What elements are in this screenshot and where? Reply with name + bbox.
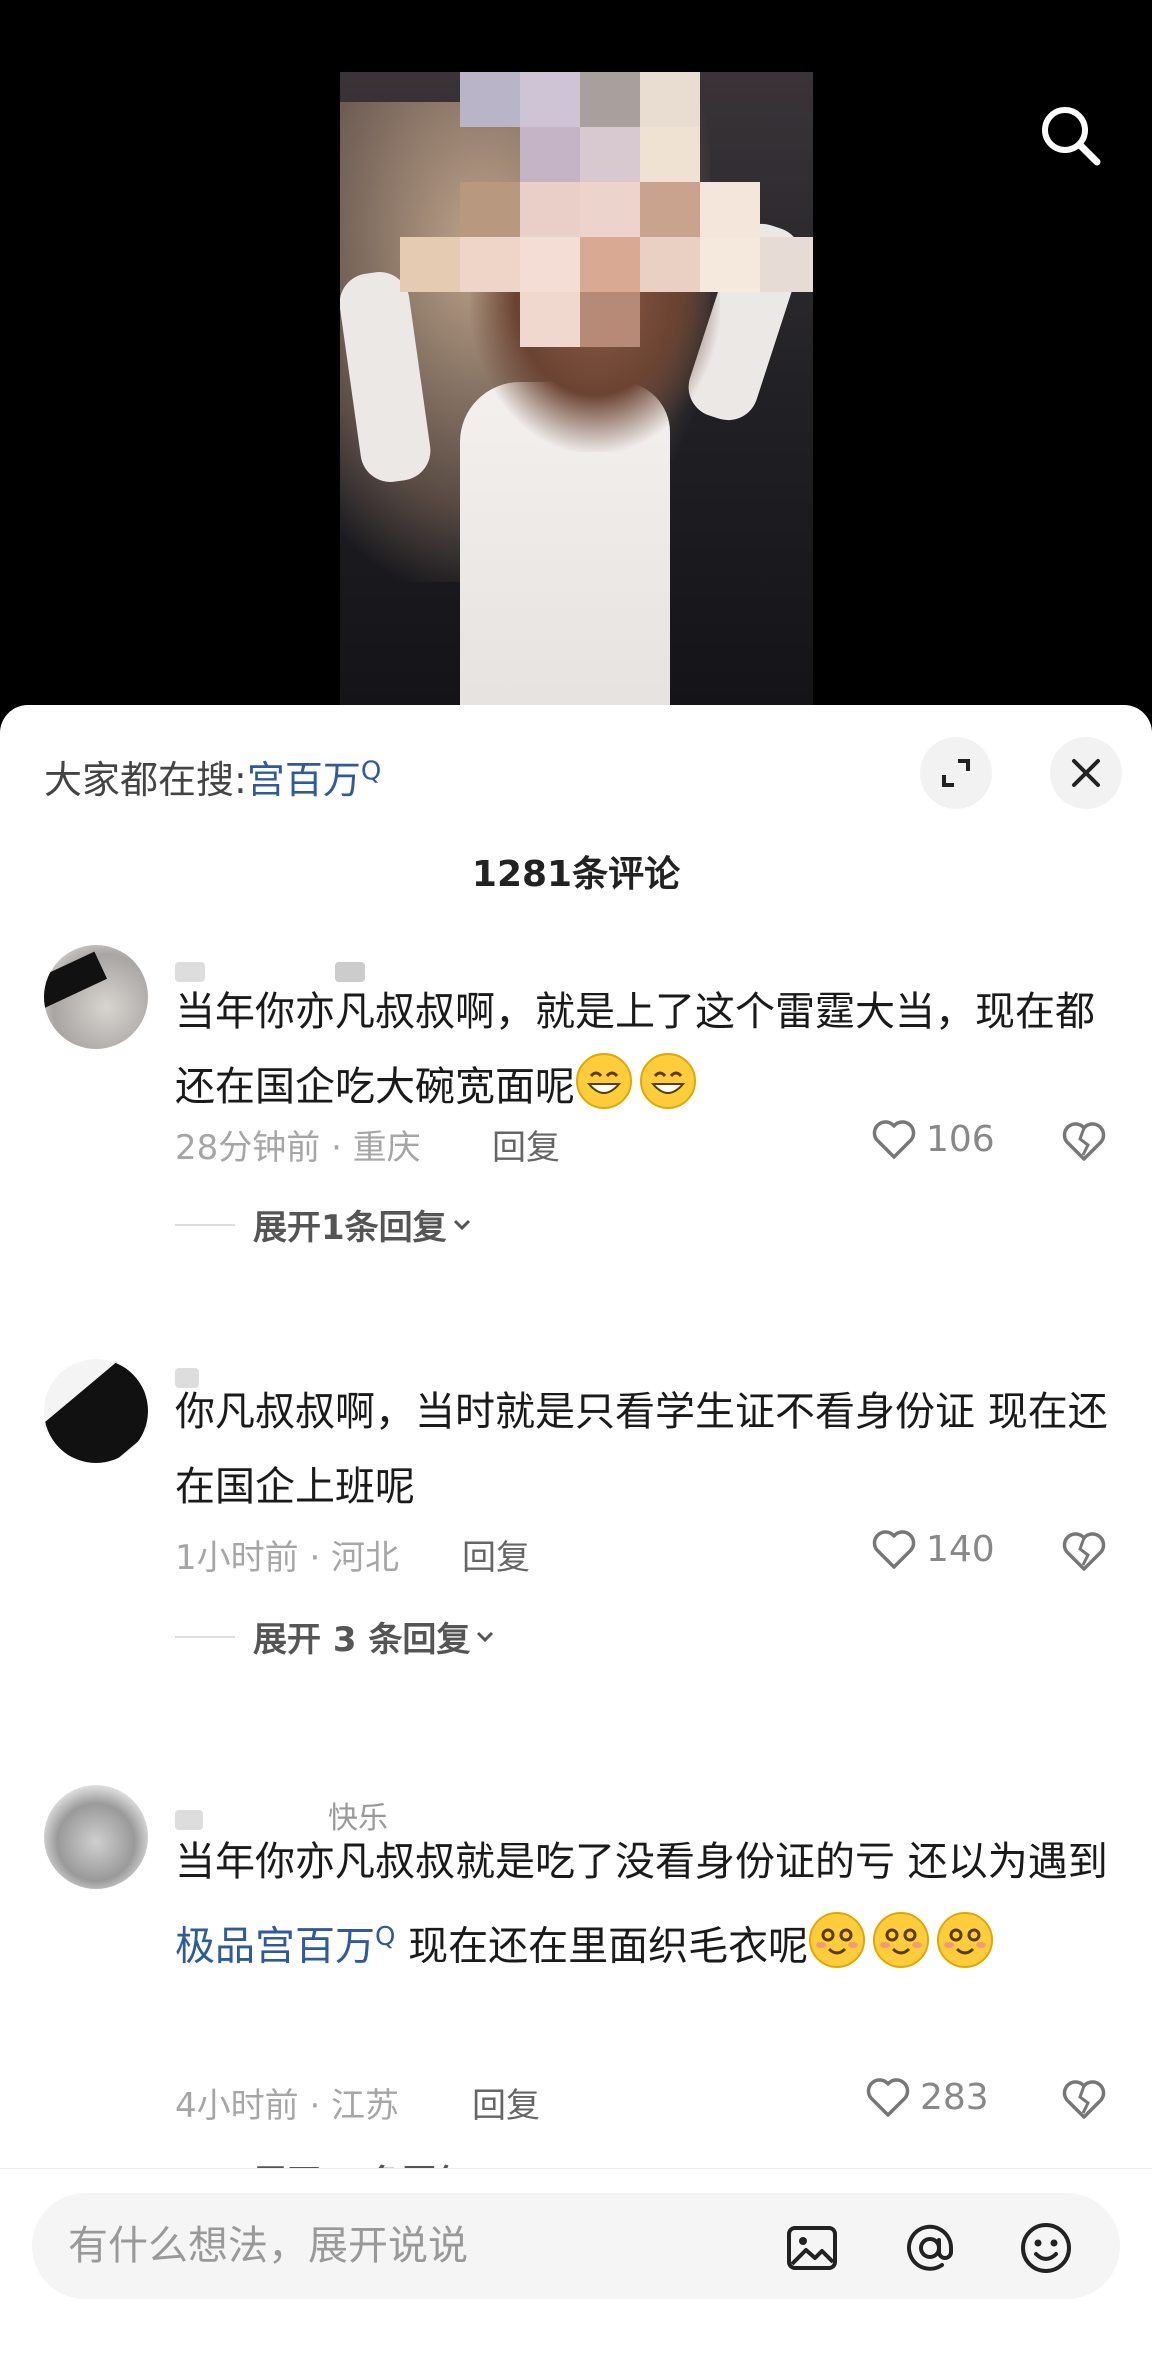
comment-input[interactable]: [68, 2193, 768, 2299]
expand-replies-button[interactable]: 展开 3 条回复: [175, 1612, 500, 1661]
hot-search-q-icon: Q: [360, 756, 382, 787]
avatar[interactable]: [44, 1359, 148, 1463]
comment-count-title: 1281条评论: [471, 854, 681, 895]
search-q-icon: Q: [375, 1922, 396, 1952]
dislike-icon[interactable]: [1058, 1525, 1110, 1577]
hot-search-prefix: 大家都在搜:: [44, 758, 247, 802]
divider-line: [175, 1223, 235, 1226]
comment-search-link[interactable]: 极品宫百万: [175, 1923, 375, 1969]
expand-button[interactable]: [920, 737, 992, 809]
close-button[interactable]: [1050, 737, 1122, 809]
comment-text-after-link: 现在还在里面织毛衣呢: [395, 1923, 809, 1970]
heart-icon: [866, 2078, 910, 2117]
comment-text: 当年你亦凡叔叔啊，就是上了这个雷霆大当，现在都还在国企吃大碗宽面呢: [175, 975, 1115, 1125]
dislike-icon[interactable]: [1058, 2073, 1110, 2125]
hot-search-term[interactable]: 宫百万: [247, 758, 361, 802]
expand-replies-button[interactable]: 展开1条回复: [175, 1200, 477, 1249]
comment-item: 快乐 当年你亦凡叔叔就是吃了没看身份证的亏 还以为遇到极品宫百万Q 现在还在里面…: [0, 1785, 1152, 2205]
chevron-down-icon: [477, 1631, 494, 1642]
avatar[interactable]: [44, 1785, 148, 1889]
comment-input-bar: [0, 2168, 1152, 2354]
heart-icon: [872, 1120, 916, 1159]
at-icon[interactable]: [902, 2220, 958, 2276]
grin-emoji-icon: [576, 1053, 632, 1109]
close-icon: [1072, 759, 1100, 787]
like-count: 140: [926, 1528, 995, 1570]
comment-text-body: 当年你亦凡叔叔啊，就是上了这个雷霆大当，现在都还在国企吃大碗宽面呢: [175, 989, 1095, 1110]
sheet-header: 大家都在搜:宫百万Q: [0, 705, 1152, 809]
reply-button[interactable]: 回复: [462, 1530, 530, 1579]
avatar[interactable]: [44, 945, 148, 1049]
reply-button[interactable]: 回复: [472, 2078, 540, 2127]
blush-emoji-icon: [937, 1912, 994, 1969]
comment-input-box[interactable]: [32, 2193, 1120, 2299]
comment-time-location: 4小时前 · 江苏: [175, 2086, 400, 2126]
like-button[interactable]: 140: [870, 1525, 995, 1573]
comment-text-before-link: 当年你亦凡叔叔就是吃了没看身份证的亏 还以为遇到: [175, 1839, 1108, 1885]
like-count: 106: [926, 1118, 995, 1160]
comment-item: 你凡叔叔啊，当时就是只看学生证不看身份证 现在还在国企上班呢 1小时前 · 河北…: [0, 1355, 1152, 1735]
search-icon: [1042, 107, 1101, 166]
comment-text: 你凡叔叔啊，当时就是只看学生证不看身份证 现在还在国企上班呢: [175, 1375, 1115, 1525]
video-area[interactable]: [0, 0, 1152, 705]
expand-icon: [942, 759, 970, 787]
comment-sheet: 大家都在搜:宫百万Q 1281条评论 当年你亦凡叔叔啊，就是上了这个雷霆大当，现…: [0, 705, 1152, 2354]
dislike-icon[interactable]: [1058, 1115, 1110, 1167]
comment-item: 当年你亦凡叔叔啊，就是上了这个雷霆大当，现在都还在国企吃大碗宽面呢 28分钟前 …: [0, 945, 1152, 1325]
chevron-down-icon: [453, 1219, 470, 1230]
emoji-icon[interactable]: [1018, 2220, 1074, 2276]
like-button[interactable]: 106: [870, 1115, 995, 1163]
video-thumbnail[interactable]: [340, 72, 813, 705]
blush-emoji-icon: [809, 1912, 866, 1969]
image-icon[interactable]: [784, 2220, 840, 2276]
comment-time-location: 28分钟前 · 重庆: [175, 1128, 421, 1168]
like-button[interactable]: 283: [864, 2073, 989, 2121]
search-button[interactable]: [1035, 100, 1105, 170]
blush-emoji-icon: [873, 1912, 930, 1969]
expand-replies-label: 展开1条回复: [253, 1208, 447, 1248]
like-count: 283: [920, 2076, 989, 2118]
heart-icon: [872, 1530, 916, 1569]
grin-emoji-icon: [640, 1053, 696, 1109]
divider-line: [175, 1635, 235, 1638]
hot-search[interactable]: 大家都在搜:宫百万Q: [44, 749, 381, 804]
reply-button[interactable]: 回复: [492, 1120, 560, 1169]
comment-text-body: 你凡叔叔啊，当时就是只看学生证不看身份证 现在还在国企上班呢: [175, 1389, 1108, 1510]
comment-text: 当年你亦凡叔叔就是吃了没看身份证的亏 还以为遇到极品宫百万Q 现在还在里面织毛衣…: [175, 1825, 1115, 1984]
expand-replies-label: 展开 3 条回复: [253, 1620, 471, 1660]
comment-time-location: 1小时前 · 河北: [175, 1538, 400, 1578]
